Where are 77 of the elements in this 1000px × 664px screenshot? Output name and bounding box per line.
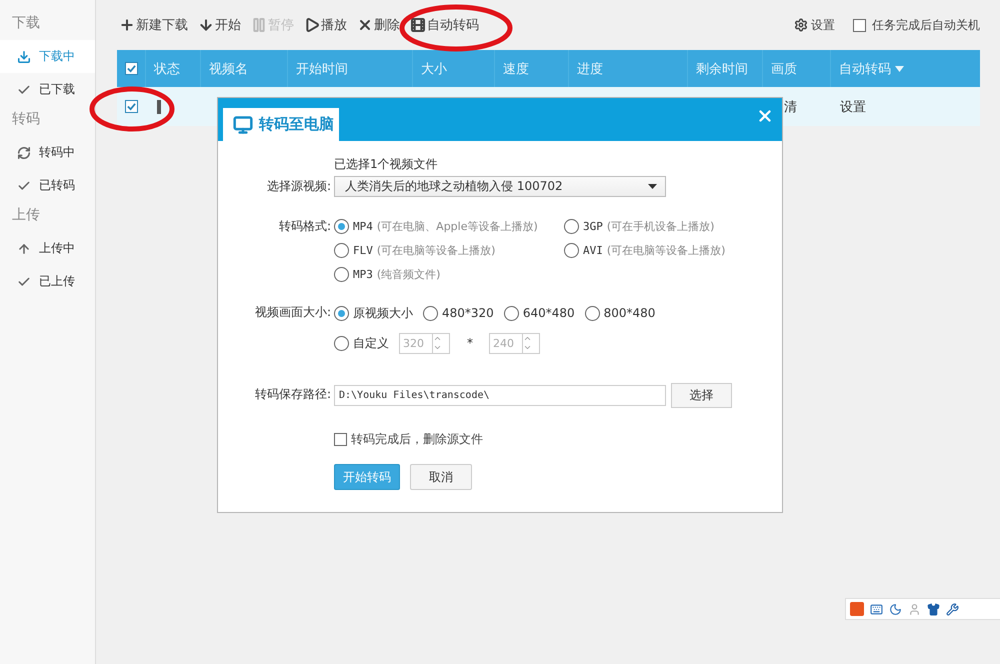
keyboard-icon[interactable] — [870, 602, 883, 616]
check-icon — [17, 274, 31, 288]
path-field[interactable]: D:\Youku Files\transcode\ — [334, 385, 666, 406]
settings-button[interactable]: 设置 — [794, 16, 835, 34]
pause-icon — [251, 17, 267, 33]
toolbar-button[interactable]: 播放 — [302, 16, 349, 34]
upload-icon — [17, 242, 31, 256]
monitor-icon — [233, 114, 253, 134]
times-sign: * — [467, 336, 473, 350]
checkbox-label: 转码完成后，删除源文件 — [351, 430, 483, 448]
moon-icon[interactable] — [889, 602, 902, 616]
option-label: 480*320 — [442, 306, 494, 320]
radio-button[interactable] — [564, 218, 579, 234]
option-label: 自定义 — [353, 334, 389, 352]
option-hint: (可在电脑、Apple等设备上播放) — [376, 218, 538, 234]
checkbox[interactable] — [853, 18, 866, 32]
radio-button[interactable] — [584, 306, 600, 320]
source-dropdown[interactable]: 人类消失后的地球之动植物入侵 100702 — [334, 176, 666, 197]
option-hint: (可在电脑等设备上播放) — [606, 242, 726, 258]
option-label: FLV — [353, 244, 373, 256]
option-label: MP4 — [353, 220, 373, 232]
radio-button[interactable] — [334, 218, 349, 234]
arrow-down-icon — [198, 17, 214, 33]
toolbar-button[interactable]: 删除 — [355, 16, 402, 34]
cancel-button[interactable]: 取消 — [410, 464, 472, 490]
section-title: 上传 — [11, 206, 41, 225]
section-title: 转码 — [11, 110, 41, 129]
plus-icon — [119, 17, 135, 33]
field-label: 转码保存路径: — [254, 386, 331, 403]
toolbar-button[interactable]: 开始 — [196, 16, 243, 34]
sidebar-item[interactable]: 已下载 — [0, 73, 95, 106]
checkbox-label: 任务完成后自动关机 — [872, 16, 980, 34]
dialog-title: 转码至电脑 — [223, 108, 339, 141]
option-label: AVI — [583, 244, 603, 256]
option-hint: (纯音频文件) — [376, 266, 440, 282]
option-hint: (可在电脑等设备上播放) — [376, 242, 496, 258]
download-icon — [17, 50, 31, 64]
sidebar-item[interactable]: 已上传 — [0, 265, 95, 298]
radio-button[interactable] — [423, 306, 438, 320]
sidebar-item[interactable]: 已转码 — [0, 169, 95, 202]
browse-button[interactable]: 选择 — [671, 383, 732, 408]
status-icon — [157, 100, 161, 114]
refresh-icon — [17, 146, 31, 160]
play-icon — [304, 17, 320, 33]
radio-button[interactable] — [334, 306, 349, 320]
field-label: 选择源视频: — [266, 178, 331, 195]
checkbox[interactable] — [334, 432, 347, 446]
option-label: 640*480 — [522, 306, 575, 320]
field-label: 转码格式: — [278, 218, 331, 235]
option-label: 原视频大小 — [353, 304, 413, 322]
settings-icon — [794, 18, 808, 32]
checkbox[interactable] — [124, 100, 138, 113]
table-cell-text: 清 — [783, 98, 798, 116]
sidebar-item[interactable]: 下载中 — [0, 40, 95, 73]
field-label: 视频画面大小: — [254, 304, 331, 321]
film-icon — [410, 17, 426, 33]
check-icon — [17, 82, 31, 96]
radio-button[interactable] — [334, 266, 349, 282]
section-title: 下载 — [11, 14, 41, 33]
radio-button[interactable] — [564, 242, 579, 258]
close-icon — [357, 17, 373, 33]
check-icon — [17, 178, 31, 192]
radio-button[interactable] — [334, 242, 349, 258]
option-label: 3GP — [583, 220, 603, 232]
table-cell[interactable]: 设置 — [830, 98, 980, 116]
option-label: MP3 — [353, 268, 373, 280]
option-label: 800*480 — [604, 306, 656, 320]
caret-icon — [648, 184, 657, 189]
checkbox[interactable] — [124, 62, 138, 75]
option-hint: (可在手机设备上播放) — [606, 218, 714, 234]
toolbar-button[interactable]: 新建下载 — [117, 16, 190, 34]
selection-note: 已选择1个视频文件 — [334, 156, 439, 173]
radio-button[interactable] — [504, 306, 519, 320]
shirt-icon[interactable] — [927, 602, 940, 616]
sidebar-item[interactable]: 转码中 — [0, 136, 95, 169]
sidebar-item[interactable]: 上传中 — [0, 232, 95, 265]
wrench-icon[interactable] — [946, 602, 959, 616]
